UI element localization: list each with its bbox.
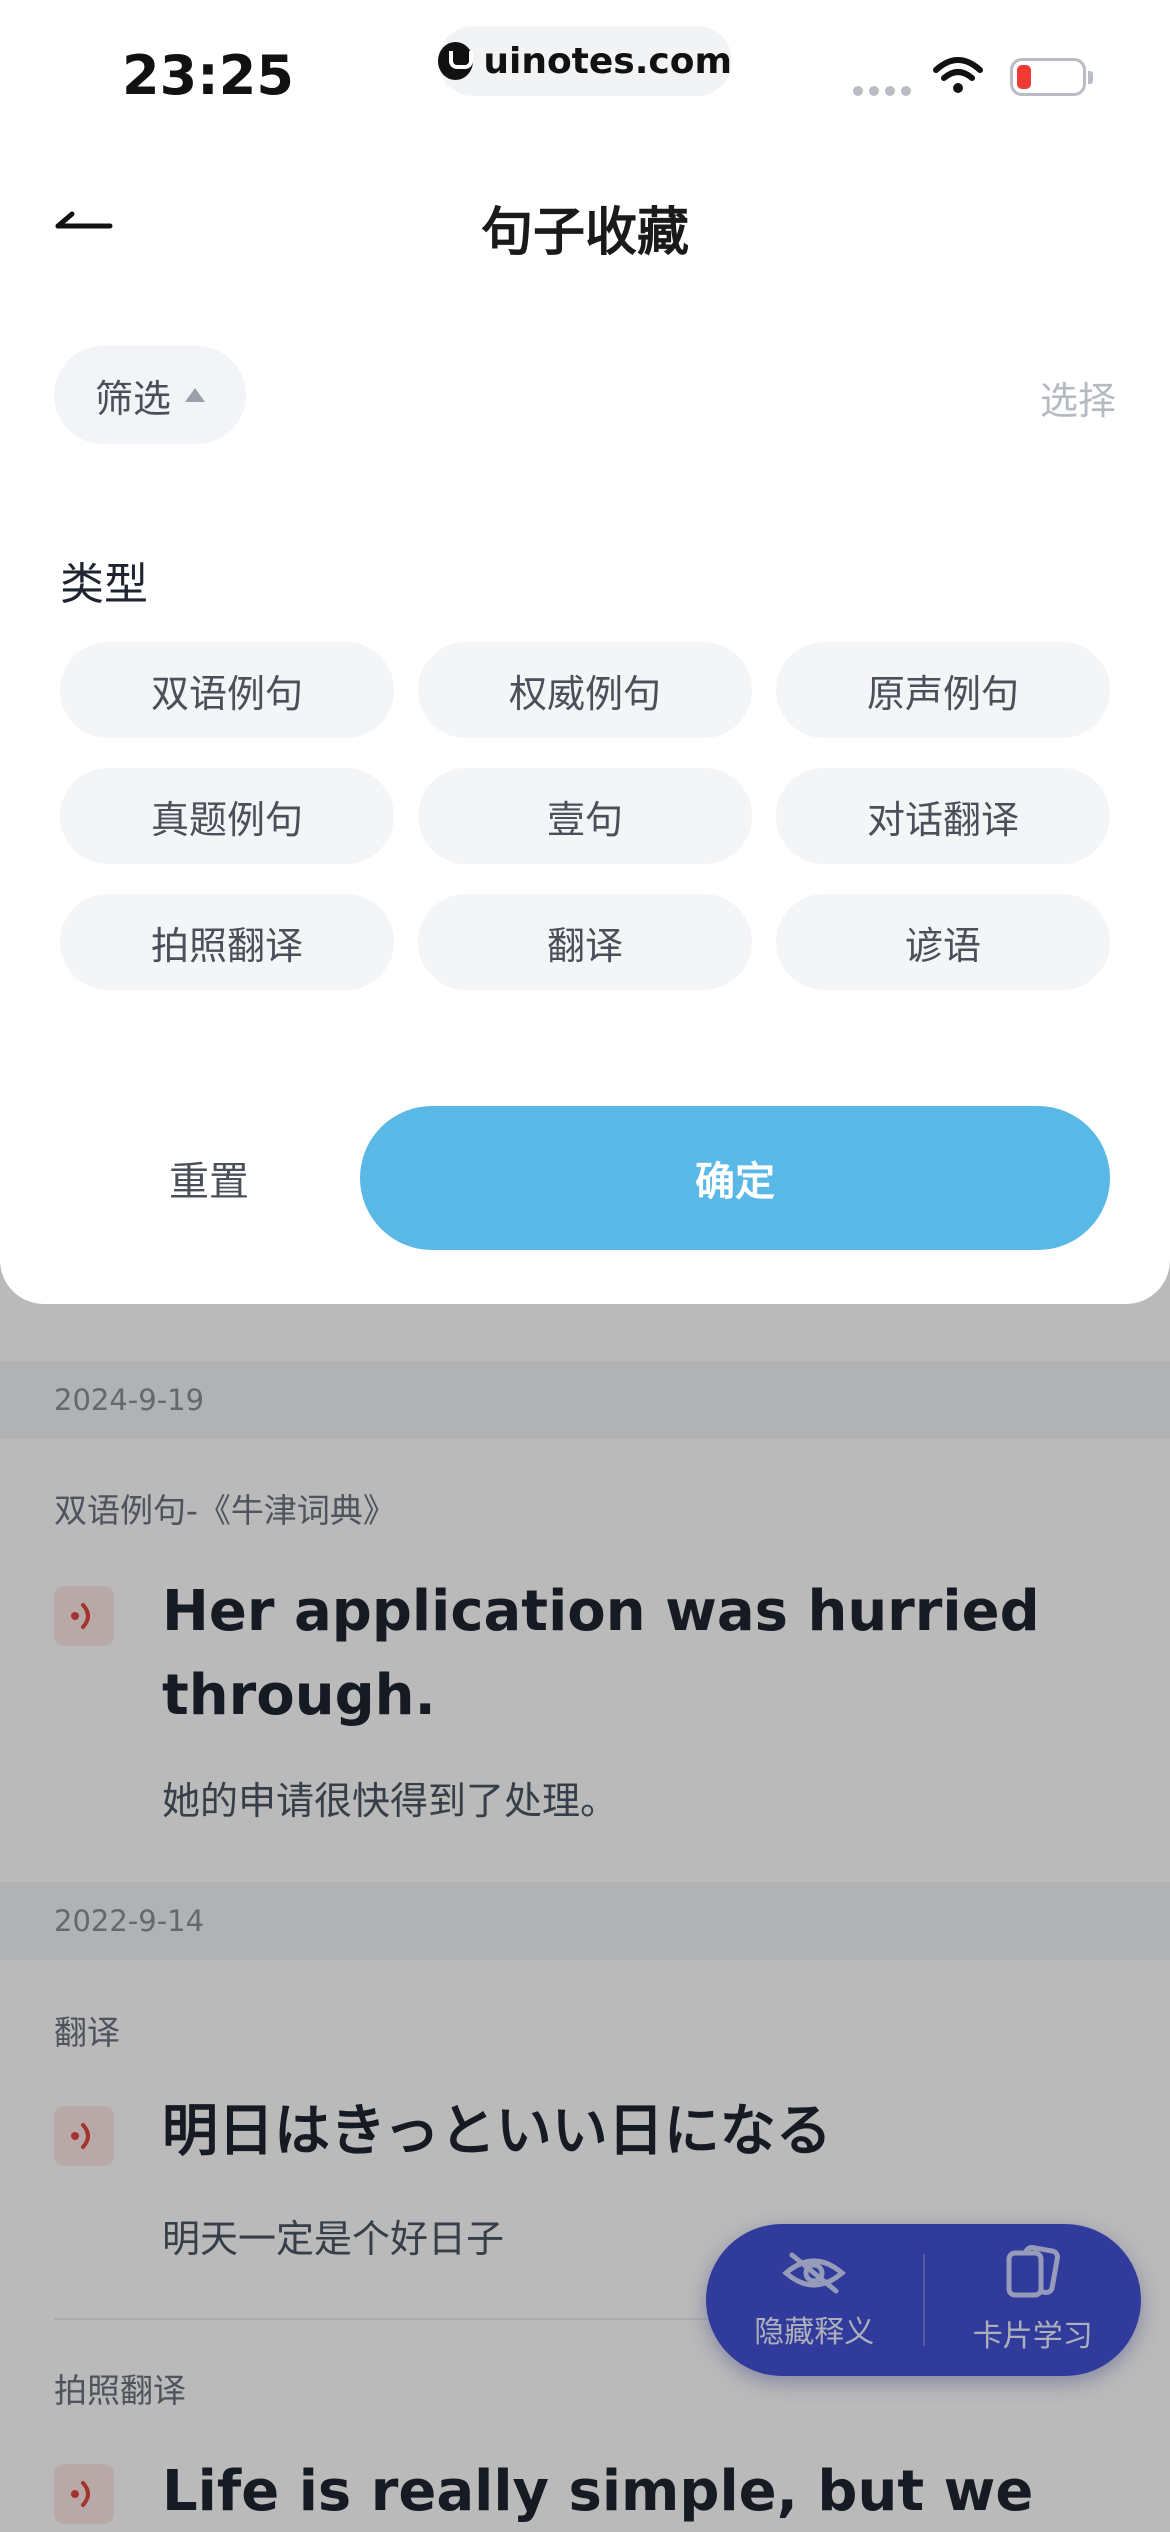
- signal-icon: [853, 86, 911, 96]
- type-chip[interactable]: 谚语: [776, 894, 1110, 990]
- confirm-button[interactable]: 确定: [360, 1106, 1110, 1250]
- filter-label: 筛选: [94, 376, 171, 421]
- url-text: uinotes.com: [483, 40, 732, 82]
- reset-button[interactable]: 重置: [54, 1106, 364, 1250]
- page-title: 句子收藏: [480, 203, 689, 263]
- type-chip[interactable]: 拍照翻译: [60, 894, 394, 990]
- type-chip[interactable]: 壹句: [418, 768, 752, 864]
- uinotes-logo-icon: [438, 42, 474, 80]
- type-chip[interactable]: 翻译: [418, 894, 752, 990]
- type-chip[interactable]: 真题例句: [60, 768, 394, 864]
- type-chip[interactable]: 原声例句: [776, 642, 1110, 738]
- type-chip[interactable]: 双语例句: [60, 642, 394, 738]
- type-chip-grid: 双语例句 权威例句 原声例句 真题例句 壹句 对话翻译 拍照翻译 翻译 谚语: [60, 642, 1110, 990]
- filter-sheet: 23:25 uinotes.com 句子收藏 筛选 选择 类型 双语例句 权威例…: [0, 0, 1170, 1304]
- type-section-label: 类型: [60, 559, 148, 610]
- type-chip[interactable]: 对话翻译: [776, 768, 1110, 864]
- wifi-icon: [933, 57, 983, 93]
- triangle-up-icon: [185, 388, 205, 402]
- url-badge: uinotes.com: [438, 26, 732, 96]
- select-button[interactable]: 选择: [1040, 370, 1116, 425]
- status-time: 23:25: [122, 44, 294, 107]
- battery-icon: [1010, 58, 1093, 96]
- type-chip[interactable]: 权威例句: [418, 642, 752, 738]
- filter-toggle-button[interactable]: 筛选: [54, 346, 246, 444]
